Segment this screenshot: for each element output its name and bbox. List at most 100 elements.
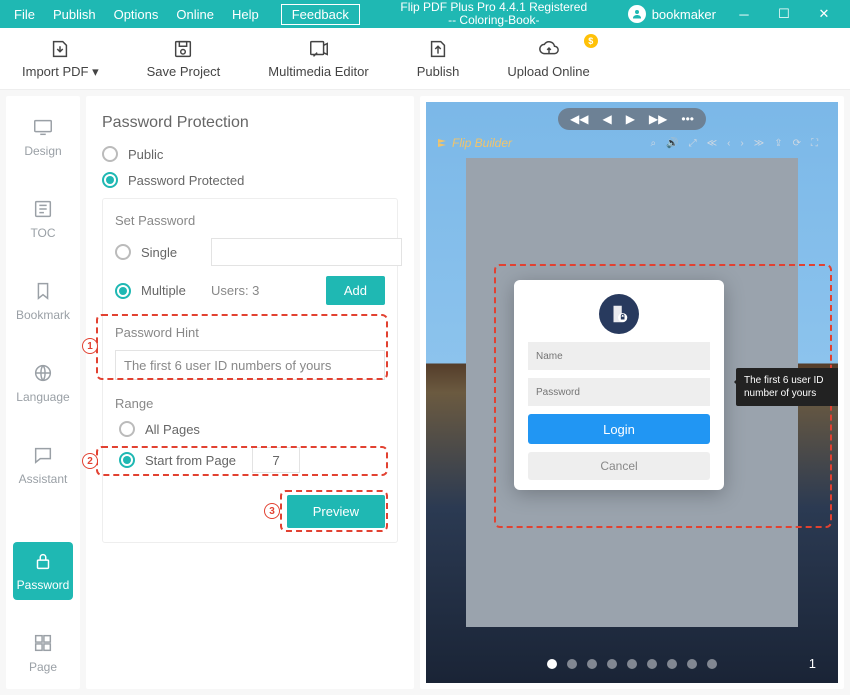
save-label: Save Project — [147, 64, 221, 79]
menu-help[interactable]: Help — [232, 7, 259, 22]
brand-label: Flip Builder — [436, 136, 512, 150]
globe-icon — [32, 362, 54, 384]
hint-tooltip: The first 6 user ID number of yours — [736, 368, 838, 406]
mnext-icon[interactable]: › — [740, 138, 743, 149]
menu-options[interactable]: Options — [114, 7, 159, 22]
zoom-icon[interactable]: ⤢ — [689, 138, 697, 149]
dot[interactable] — [607, 659, 617, 669]
feedback-button[interactable]: Feedback — [281, 4, 360, 25]
dot[interactable] — [627, 659, 637, 669]
dot[interactable] — [567, 659, 577, 669]
upload-online-button[interactable]: $ Upload Online — [507, 38, 589, 79]
tab-assistant[interactable]: Assistant — [13, 436, 73, 494]
more-icon[interactable]: ••• — [681, 112, 694, 126]
tab-password[interactable]: Password — [13, 542, 73, 600]
preview-button[interactable]: Preview — [287, 495, 385, 528]
minimize-button[interactable]: ─ — [724, 0, 764, 28]
option-protected[interactable]: Password Protected — [102, 172, 398, 188]
tab-design[interactable]: Design — [13, 108, 73, 166]
next-icon[interactable]: ▶ — [626, 112, 635, 126]
option-protected-label: Password Protected — [128, 173, 244, 188]
login-button[interactable]: Login — [528, 414, 710, 444]
tab-page[interactable]: Page — [13, 624, 73, 682]
grid-icon — [32, 632, 54, 654]
user-icon — [628, 5, 646, 23]
single-password-input[interactable] — [211, 238, 402, 266]
user-name: bookmaker — [652, 7, 716, 22]
password-panel: Password Protection Public Password Prot… — [86, 96, 414, 689]
first-icon[interactable]: ◀◀ — [570, 112, 588, 126]
title-bar: File Publish Options Online Help Feedbac… — [0, 0, 850, 28]
tab-password-label: Password — [17, 578, 70, 592]
single-label: Single — [141, 245, 201, 260]
start-page-input[interactable] — [252, 447, 300, 473]
dot[interactable] — [667, 659, 677, 669]
close-button[interactable]: ✕ — [804, 0, 844, 28]
radio-icon — [119, 421, 135, 437]
save-icon — [172, 38, 194, 60]
preview-pane: ◀◀ ◀ ▶ ▶▶ ••• Flip Builder ⌕ 🔊 ⤢ ≪ ‹ › ≫… — [420, 96, 844, 689]
page-number: 1 — [809, 656, 816, 671]
import-icon — [49, 38, 71, 60]
menu-online[interactable]: Online — [176, 7, 214, 22]
window-title: Flip PDF Plus Pro 4.4.1 Registered -- Co… — [360, 1, 628, 27]
annotation-number-2: 2 — [82, 453, 98, 469]
window-controls: ─ ☐ ✕ — [724, 0, 844, 28]
annotation-number-3: 3 — [264, 503, 280, 519]
save-project-button[interactable]: Save Project — [147, 38, 221, 79]
add-user-button[interactable]: Add — [326, 276, 385, 305]
mfirst-icon[interactable]: ≪ — [707, 138, 717, 149]
dot[interactable] — [707, 659, 717, 669]
radio-icon[interactable] — [115, 244, 131, 260]
search-icon[interactable]: ⌕ — [651, 138, 657, 149]
user-account[interactable]: bookmaker — [628, 5, 716, 23]
monitor-icon — [32, 116, 54, 138]
option-all-pages[interactable]: All Pages — [119, 421, 385, 437]
prev-icon[interactable]: ◀ — [602, 112, 611, 126]
mprev-icon[interactable]: ‹ — [727, 138, 730, 149]
loop-icon[interactable]: ⟳ — [793, 138, 801, 149]
all-pages-label: All Pages — [145, 422, 200, 437]
password-hint-input[interactable] — [115, 350, 385, 380]
multimedia-editor-button[interactable]: Multimedia Editor — [268, 38, 368, 79]
login-name-input[interactable] — [528, 342, 710, 370]
cancel-button[interactable]: Cancel — [528, 452, 710, 480]
maximize-button[interactable]: ☐ — [764, 0, 804, 28]
radio-icon — [102, 146, 118, 162]
start-from-label: Start from Page — [145, 453, 236, 468]
publish-button[interactable]: Publish — [417, 38, 460, 79]
nav-controls: ◀◀ ◀ ▶ ▶▶ ••• — [558, 108, 706, 130]
menu-file[interactable]: File — [14, 7, 35, 22]
dot[interactable] — [547, 659, 557, 669]
menu-publish[interactable]: Publish — [53, 7, 96, 22]
users-count: Users: 3 — [211, 283, 316, 298]
left-sidebar: Design TOC Bookmark Language Assistant P… — [6, 96, 80, 689]
dot[interactable] — [647, 659, 657, 669]
radio-icon[interactable] — [115, 283, 131, 299]
last-icon[interactable]: ▶▶ — [649, 112, 667, 126]
import-label: Import PDF ▾ — [22, 64, 99, 80]
protection-subpanel: Set Password Single Multiple Users: 3 Ad… — [102, 198, 398, 543]
option-start-from[interactable]: Start from Page — [119, 447, 385, 473]
dot[interactable] — [587, 659, 597, 669]
tab-language[interactable]: Language — [13, 354, 73, 412]
upload-label: Upload Online — [507, 64, 589, 79]
bookmark-icon — [32, 280, 54, 302]
multimedia-label: Multimedia Editor — [268, 64, 368, 79]
brand-text: Flip Builder — [452, 136, 512, 150]
sound-icon[interactable]: 🔊 — [666, 138, 678, 149]
full-icon[interactable]: ⛶ — [811, 138, 818, 149]
import-pdf-button[interactable]: Import PDF ▾ — [22, 38, 99, 80]
main-area: Design TOC Bookmark Language Assistant P… — [0, 90, 850, 695]
login-password-input[interactable] — [528, 378, 710, 406]
option-public[interactable]: Public — [102, 146, 398, 162]
mlast-icon[interactable]: ≫ — [754, 138, 764, 149]
menu-bar: File Publish Options Online Help — [6, 7, 267, 22]
tab-bookmark[interactable]: Bookmark — [13, 272, 73, 330]
dot[interactable] — [687, 659, 697, 669]
login-lock-icon — [599, 294, 639, 334]
brand-icon — [436, 137, 448, 149]
tab-toc[interactable]: TOC — [13, 190, 73, 248]
upload-badge: $ — [584, 34, 598, 48]
share-icon[interactable]: ⇪ — [774, 138, 782, 149]
